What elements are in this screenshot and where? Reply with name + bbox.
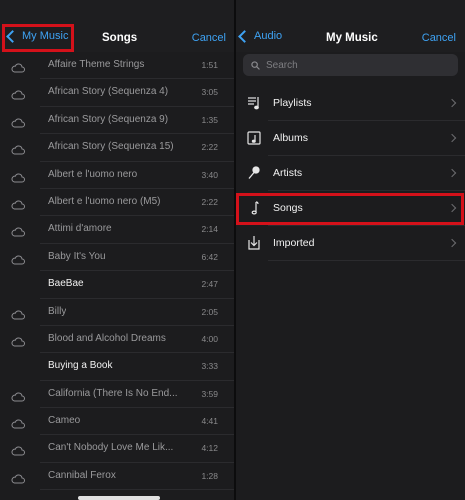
song-row[interactable]: Attimi d'amore 2:14 (0, 216, 234, 244)
cloud-icon (11, 471, 25, 484)
song-duration: 3:59 (201, 388, 218, 399)
song-row[interactable]: Buying a Book 3:33 (0, 353, 234, 381)
cloud-icon (11, 252, 25, 265)
cloud-icon (11, 197, 25, 210)
menu-item-albums[interactable]: Albums (236, 121, 465, 156)
song-title: Baby It's You (48, 250, 106, 262)
song-row[interactable]: Albert e l'uomo nero 3:40 (0, 162, 234, 189)
song-row[interactable]: Affaire Theme Strings 1:51 (0, 52, 234, 80)
cloud-icon (11, 115, 25, 128)
song-row[interactable]: Albert e l'uomo nero (M5) 2:22 (0, 189, 234, 217)
song-row[interactable]: Can't Nobody Love Me Lik... 4:12 (0, 435, 234, 463)
microphone-icon (246, 165, 262, 181)
music-menu: Playlists Albums Artists Songs Imported (236, 86, 465, 261)
song-duration: 4:41 (201, 416, 218, 427)
song-duration: 1:35 (201, 114, 218, 125)
song-duration: 1:28 (201, 470, 218, 481)
back-label: Audio (254, 30, 283, 42)
song-title: California (There Is No End... (48, 387, 178, 399)
song-duration: 3:33 (201, 361, 218, 372)
cloud-icon (11, 389, 25, 402)
menu-item-label: Albums (273, 132, 309, 144)
menu-item-label: Imported (273, 237, 315, 249)
menu-item-artists[interactable]: Artists (236, 156, 465, 191)
song-row[interactable]: African Story (Sequenza 9) 1:35 (0, 107, 234, 135)
my-music-navbar: Audio My Music Cancel (236, 0, 465, 52)
song-duration: 2:22 (201, 196, 218, 207)
search-bar[interactable] (243, 54, 458, 76)
song-title: Billy (48, 305, 67, 317)
chevron-right-icon (447, 168, 457, 178)
menu-item-imported[interactable]: Imported (236, 226, 465, 261)
songs-title: Songs (102, 32, 138, 44)
song-title: Cannibal Ferox (48, 469, 116, 481)
row-separator (268, 260, 465, 261)
highlight-box-songs-item (236, 193, 464, 225)
song-list: Affaire Theme Strings 1:51 African Story (… (0, 52, 234, 491)
song-duration: 2:05 (201, 306, 218, 317)
cancel-button[interactable]: Cancel (192, 32, 226, 44)
song-row[interactable]: Blood and Alcohol Dreams 4:00 (0, 326, 234, 354)
song-title: Attimi d'amore (48, 223, 112, 235)
cloud-icon (11, 334, 25, 347)
song-duration: 1:51 (201, 60, 218, 70)
cloud-icon (11, 307, 25, 320)
search-input[interactable] (264, 58, 448, 72)
cloud-icon (11, 60, 25, 73)
song-title: BaeBae (48, 278, 84, 290)
song-duration: 3:05 (201, 87, 218, 98)
song-duration: 2:14 (201, 224, 218, 235)
cloud-icon (11, 416, 25, 429)
songs-pane: My Music Songs Cancel Affaire Theme Stri… (0, 0, 234, 500)
song-row[interactable]: Cannibal Ferox 1:28 (0, 463, 234, 491)
song-title: Blood and Alcohol Dreams (48, 332, 166, 344)
menu-item-playlists[interactable]: Playlists (236, 86, 465, 121)
song-row[interactable]: California (There Is No End... 3:59 (0, 381, 234, 409)
chevron-right-icon (447, 238, 457, 248)
cloud-icon (11, 87, 25, 100)
song-duration: 2:22 (201, 142, 218, 153)
cloud-icon (11, 443, 25, 456)
cloud-icon (11, 142, 25, 155)
song-title: Affaire Theme Strings (48, 59, 145, 70)
song-title: Cameo (48, 415, 81, 427)
song-duration: 3:40 (201, 169, 218, 180)
song-title: African Story (Sequenza 4) (48, 86, 169, 98)
scroll-indicator[interactable] (78, 496, 160, 500)
my-music-title: My Music (326, 32, 378, 44)
song-duration: 6:42 (201, 251, 218, 262)
chevron-left-icon (238, 29, 251, 43)
menu-item-label: Artists (273, 167, 303, 179)
my-music-pane: Audio My Music Cancel Playlists Albums Art… (236, 0, 465, 500)
song-row[interactable]: African Story (Sequenza 15) 2:22 (0, 134, 234, 162)
song-title: Buying a Book (48, 360, 113, 372)
song-row[interactable]: Baby It's You 6:42 (0, 244, 234, 272)
song-title: Can't Nobody Love Me Lik... (48, 442, 174, 454)
cloud-icon (11, 170, 25, 183)
import-icon (246, 235, 262, 251)
song-row[interactable]: Billy 2:05 (0, 299, 234, 326)
song-title: African Story (Sequenza 9) (48, 113, 169, 125)
song-duration: 2:47 (201, 279, 218, 290)
song-title: Albert e l'uomo nero (48, 168, 138, 180)
chevron-right-icon (447, 133, 457, 143)
chevron-right-icon (447, 98, 457, 108)
cloud-icon (11, 224, 25, 237)
song-title: African Story (Sequenza 15) (48, 141, 174, 153)
song-title: Albert e l'uomo nero (M5) (48, 195, 161, 207)
playlist-icon (246, 95, 262, 111)
album-icon (246, 130, 262, 146)
song-row[interactable]: BaeBae 2:47 (0, 271, 234, 299)
menu-item-label: Playlists (273, 97, 312, 109)
search-icon (251, 60, 260, 70)
song-duration: 4:00 (201, 333, 218, 344)
song-row[interactable]: Cameo 4:41 (0, 408, 234, 436)
back-to-audio-button[interactable]: Audio (238, 29, 283, 43)
cancel-button[interactable]: Cancel (422, 32, 456, 44)
highlight-box-back-button (2, 24, 74, 52)
song-row[interactable]: African Story (Sequenza 4) 3:05 (0, 79, 234, 107)
row-separator (40, 489, 234, 491)
song-duration: 4:12 (201, 443, 218, 454)
